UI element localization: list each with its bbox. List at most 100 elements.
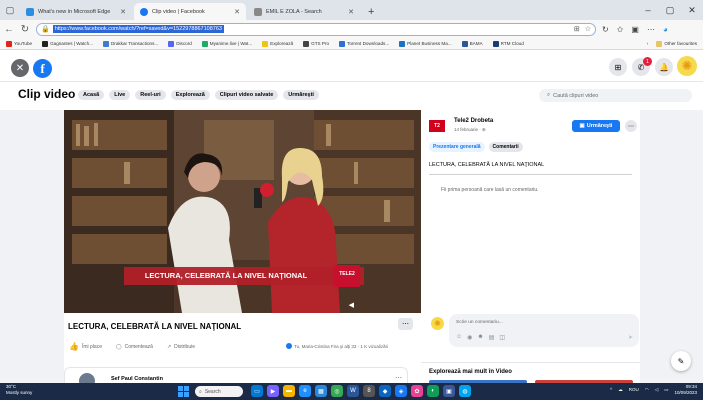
sync-icon[interactable]: ↻ [602,25,609,34]
next-post-author[interactable]: Sef Paul Constantin [111,376,163,382]
bookmark-item[interactable]: Drakkar Transactions... [102,40,158,47]
battery-icon[interactable]: ▭ [664,387,668,393]
app-icon[interactable]: ◈ [395,385,407,397]
edge-copilot-icon[interactable]: ◕ [663,25,668,34]
volume-icon[interactable]: ◁ [655,387,658,393]
window-menu-icon[interactable]: ▢ [0,0,20,20]
bookmark-item[interactable]: GTS Pro [303,40,329,47]
tab-emil-zola-search[interactable]: EMIL E ZOLA - Search ✕ [248,3,360,20]
tab-edge-whats-new[interactable]: What's new in Microsoft Edge ✕ [20,3,132,20]
lock-icon[interactable]: 🔒 [41,25,50,33]
chevron-up-icon[interactable]: ^ [610,387,612,393]
menu-grid-icon[interactable]: ⊞ [609,58,627,76]
cloud-icon[interactable]: ☁ [618,387,623,393]
app-icon[interactable]: 8 [363,385,375,397]
other-favourites[interactable]: Other favourites [656,40,697,47]
clock[interactable]: 09:34 10/09/2023 [674,384,697,396]
chip-acasa[interactable]: Acasă [78,90,105,100]
chrome-icon[interactable]: ◎ [331,385,343,397]
taskbar-search[interactable]: ⌕ Search [195,386,243,397]
chip-reels[interactable]: Reel-uri [135,90,166,100]
collections-icon[interactable]: ▣ [631,25,639,34]
tele2-logo: TELE2 [339,271,355,277]
windows-start-icon[interactable] [178,386,189,397]
app-icon[interactable]: ▣ [443,385,455,397]
like-button[interactable]: 👍 Îmi place [69,342,102,351]
bookmark-item[interactable]: BAMA [461,40,483,47]
url-field[interactable]: 🔒 https://www.facebook.com/watch/?ref=sa… [36,22,596,36]
gif-icon[interactable]: ▤ [489,334,495,341]
chip-live[interactable]: Live [109,90,131,100]
app-icon[interactable]: ◍ [459,385,471,397]
profile-avatar[interactable]: ✺ [677,56,697,76]
page-avatar[interactable]: T2 [429,120,445,132]
notifications-bell-icon[interactable]: 🔔 [655,58,673,76]
bookmark-item[interactable]: Myanime.live | Wat... [201,40,252,47]
bookmark-item[interactable]: Torrent Downloads... [339,40,389,47]
favorites-icon[interactable]: ✩ [617,25,624,34]
close-icon[interactable]: ✕ [11,59,29,77]
reactions-summary[interactable]: Tu, Maria-Cristina Fira şi alţi 33 · 1 K… [286,343,388,349]
chip-saved-videos[interactable]: Clipuri video salvate [214,90,279,100]
bookmark-item[interactable]: Gagnantes | Watch... [42,40,93,47]
word-icon[interactable]: W [347,385,359,397]
video-player[interactable]: ◀ LECTURA, CELEBRATĂ LA NIVEL NAŢIONAL T… [64,110,421,313]
app-icon[interactable]: ◐ [427,385,439,397]
task-view-icon[interactable]: ▭ [251,385,263,397]
facebook-logo[interactable]: f [33,59,52,78]
chevron-right-icon[interactable]: › [647,41,649,47]
page-name[interactable]: Tele2 Drobeta [454,118,493,124]
refresh-icon[interactable]: ↻ [20,24,30,35]
tab-overview[interactable]: Prezentare generală [429,142,485,152]
comment-button[interactable]: ◯ Comentează [116,344,153,350]
follow-button[interactable]: ▣ Urmăreşti [572,120,620,132]
video-search-input[interactable]: ⌕ Caută clipuri video [539,89,692,102]
emoji-icon[interactable]: ☻ [477,334,483,341]
more-icon[interactable]: ⋯ [395,374,402,382]
taskbar-apps: ▭ ▶ ▬ e ▦ ◎ W 8 ◆ ◈ ✿ ◐ ▣ ◍ [251,385,471,397]
close-tab-icon[interactable]: ✕ [120,8,126,16]
wifi-icon[interactable]: ◠ [645,387,649,393]
language-indicator[interactable]: ROU [629,387,639,393]
post-date[interactable]: 14 februarie · ⊕ [454,127,486,133]
more-icon[interactable]: ⋯ [647,25,655,34]
minimize-icon[interactable]: – [637,0,659,20]
camera-icon[interactable]: ◉ [467,334,472,341]
close-window-icon[interactable]: ✕ [681,0,703,20]
close-tab-icon[interactable]: ✕ [234,8,240,16]
clip-video-bar: Clip video Acasă Live Reel-uri Exploreaz… [0,82,703,110]
bookmark-item[interactable]: Discord [168,40,192,47]
edge-icon[interactable]: e [299,385,311,397]
chip-exploreaza[interactable]: Explorează [170,90,210,100]
chip-following[interactable]: Urmăreşti [283,90,319,100]
sticker-icon[interactable]: ☺ [456,334,462,341]
send-icon[interactable]: ➤ [628,334,633,341]
toolbar-icons: ↻ ✩ ▣ ⋯ ◕ [602,25,668,34]
new-message-button[interactable]: ✎ [671,351,691,371]
bookmark-item[interactable]: RTM Cloud [492,40,524,47]
tab-clip-video-facebook[interactable]: Clip video | Facebook ✕ [134,3,246,20]
apps-icon[interactable]: ⊞ [574,25,580,33]
folder-icon [656,40,663,47]
store-icon[interactable]: ▦ [315,385,327,397]
comment-input[interactable]: Scrie un comentariu... ☺ ◉ ☻ ▤ ◫ ➤ [449,314,639,347]
app-icon[interactable]: ✿ [411,385,423,397]
video-call-icon[interactable]: ▶ [267,385,279,397]
app-icon[interactable]: ◆ [379,385,391,397]
panel-more-button[interactable]: ⋯ [625,120,637,132]
bookmark-icon [102,40,109,47]
video-more-options-button[interactable]: ⋯ [398,318,413,330]
tab-comments[interactable]: Comentarii [488,142,523,152]
back-icon[interactable]: ← [4,24,14,35]
bookmark-item[interactable]: Planet Business Ma... [399,40,452,47]
new-tab-button[interactable]: + [362,3,380,20]
file-explorer-icon[interactable]: ▬ [283,385,295,397]
favorite-star-icon[interactable]: ☆ [585,25,591,33]
weather-widget[interactable]: 30°C Mostly sunny [6,384,32,396]
close-tab-icon[interactable]: ✕ [348,8,354,16]
bookmark-item[interactable]: Explorează [262,40,293,47]
maximize-icon[interactable]: ▢ [659,0,681,20]
share-button[interactable]: ↗ Distribuie [167,344,195,350]
avatar-sticker-icon[interactable]: ◫ [499,334,505,341]
bookmark-youtube[interactable]: YouTube [6,40,32,47]
